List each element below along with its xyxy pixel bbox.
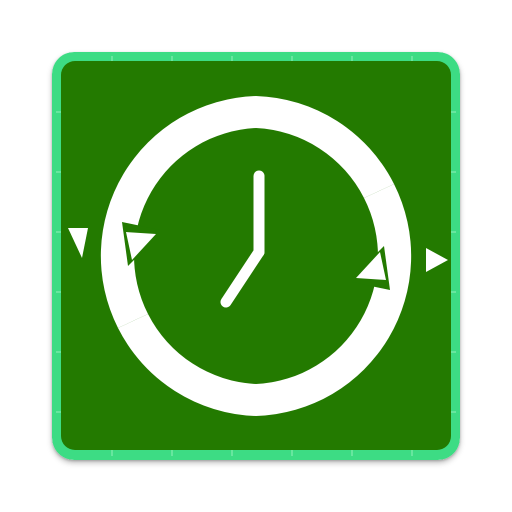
screen: [0, 0, 512, 512]
clock-sync-icon: [52, 52, 460, 460]
app-icon[interactable]: [52, 52, 460, 460]
